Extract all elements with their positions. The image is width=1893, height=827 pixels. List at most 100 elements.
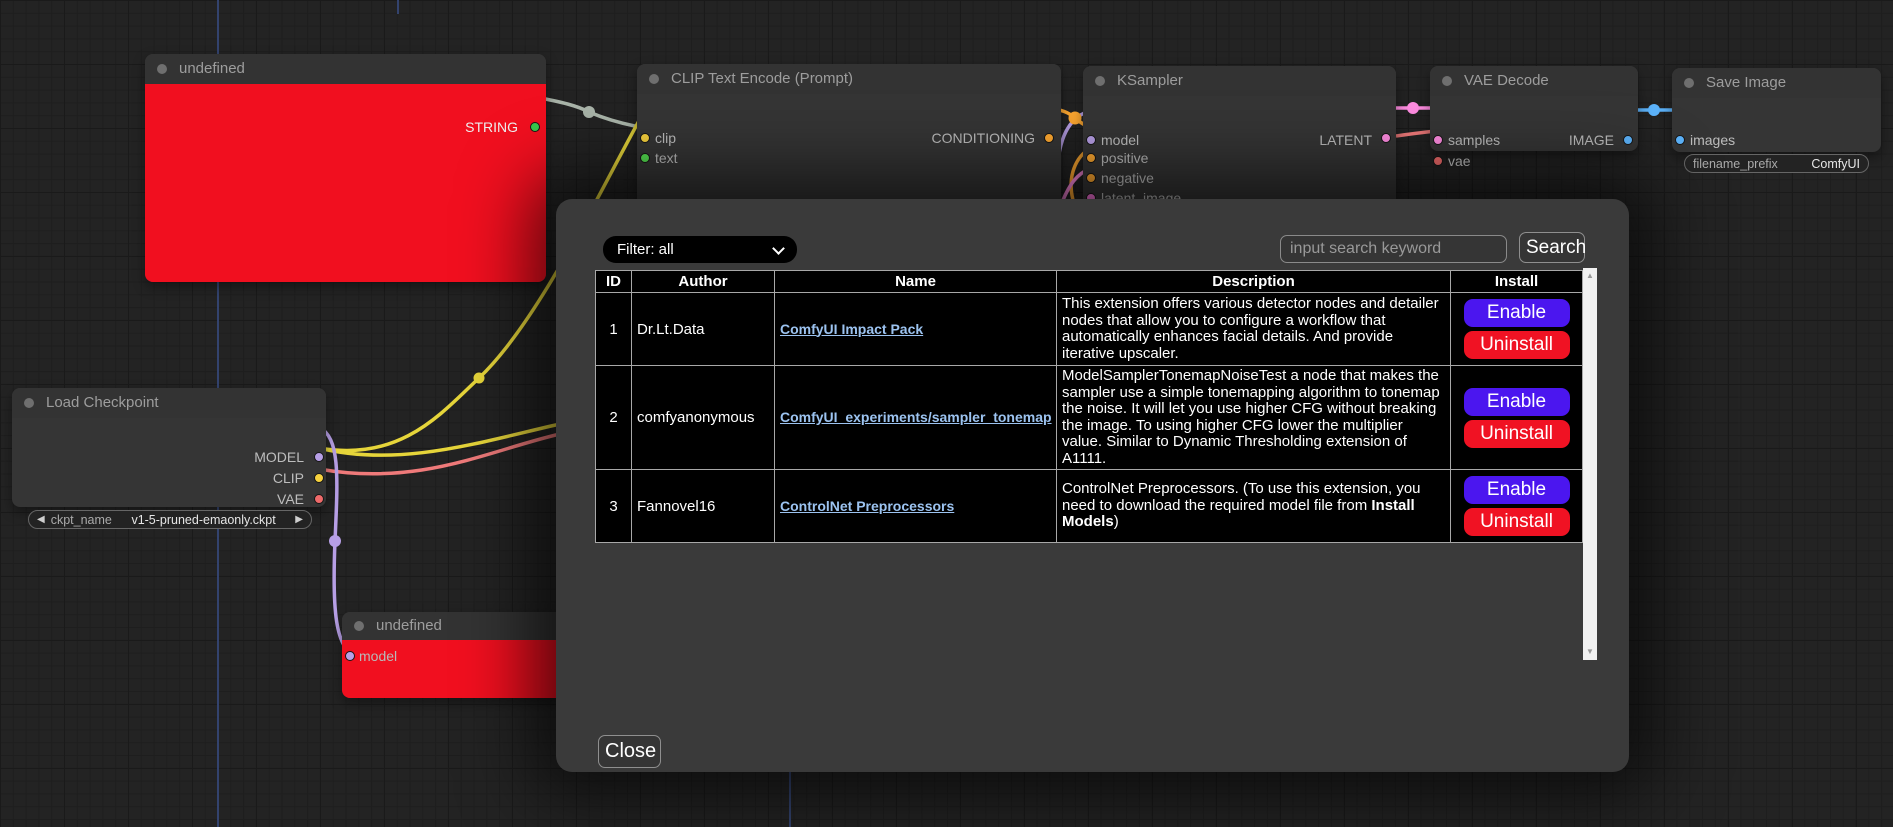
next-arrow-icon[interactable]: ▶ (295, 510, 303, 529)
scroll-down-icon[interactable]: ▼ (1583, 646, 1597, 658)
collapse-dot-icon[interactable] (1684, 78, 1694, 88)
node-ksampler[interactable]: KSampler model positive negative latent_… (1083, 66, 1396, 206)
input-slot-dot-negative[interactable] (1086, 173, 1096, 183)
extension-link[interactable]: ComfyUI Impact Pack (780, 321, 923, 337)
output-label-clip: CLIP (273, 470, 304, 486)
node-clip-text-encode[interactable]: CLIP Text Encode (Prompt) clip text COND… (637, 64, 1061, 214)
cell-name: ComfyUI_experiments/sampler_tonemap (775, 366, 1057, 470)
output-slot-dot[interactable] (530, 122, 540, 132)
node-title-bar[interactable]: Save Image (1672, 68, 1881, 98)
search-input[interactable] (1280, 235, 1507, 263)
node-vae-decode[interactable]: VAE Decode samples vae IMAGE (1430, 66, 1638, 151)
input-slot-dot-vae[interactable] (1433, 156, 1443, 166)
extension-manager-dialog: Filter: all Search ID Author Name Descri… (556, 199, 1629, 772)
cell-install: Enable Uninstall (1451, 470, 1583, 543)
input-slot-dot-model[interactable] (345, 651, 355, 661)
filter-select-label: Filter: all (617, 241, 674, 258)
wire-string-to-text (535, 97, 645, 128)
node-title-bar[interactable]: CLIP Text Encode (Prompt) (637, 64, 1061, 94)
table-row: 1 Dr.Lt.Data ComfyUI Impact Pack This ex… (596, 293, 1583, 366)
node-undefined-top[interactable]: undefined STRING (145, 54, 546, 282)
filter-select[interactable]: Filter: all (603, 236, 797, 263)
uninstall-button[interactable]: Uninstall (1464, 331, 1570, 359)
node-title-text: Load Checkpoint (46, 394, 159, 411)
node-title-bar[interactable]: KSampler (1083, 66, 1396, 96)
output-slot-dot-conditioning[interactable] (1044, 133, 1054, 143)
filename-prefix-widget[interactable]: filename_prefix ComfyUI (1684, 154, 1869, 173)
cell-id: 1 (596, 293, 632, 366)
scroll-up-icon[interactable]: ▲ (1583, 270, 1597, 282)
node-body: images filename_prefix ComfyUI (1672, 98, 1881, 152)
reroute-dot-string (583, 106, 595, 118)
enable-button[interactable]: Enable (1464, 476, 1570, 504)
cell-description: This extension offers various detector n… (1057, 293, 1451, 366)
node-body: samples vae IMAGE (1430, 96, 1638, 151)
enable-button[interactable]: Enable (1464, 299, 1570, 327)
collapse-dot-icon[interactable] (157, 64, 167, 74)
output-slot-dot-latent[interactable] (1381, 133, 1391, 143)
node-title-text: undefined (376, 617, 442, 634)
ckpt-name-value[interactable]: v1-5-pruned-emaonly.ckpt (131, 513, 275, 527)
output-slot-dot-model[interactable] (314, 452, 324, 462)
node-save-image[interactable]: Save Image images filename_prefix ComfyU… (1672, 68, 1881, 152)
col-header-name: Name (775, 271, 1057, 293)
node-undefined-bottom[interactable]: undefined model (342, 612, 565, 698)
node-title-bar[interactable]: Load Checkpoint (12, 388, 326, 418)
collapse-dot-icon[interactable] (24, 398, 34, 408)
wire-clip-branch (319, 424, 560, 455)
collapse-dot-icon[interactable] (354, 621, 364, 631)
search-button[interactable]: Search (1519, 232, 1585, 263)
node-load-checkpoint[interactable]: Load Checkpoint MODEL CLIP VAE ◀ ckpt_na… (12, 388, 326, 507)
input-label-positive: positive (1101, 150, 1148, 166)
table-scrollbar[interactable]: ▲ ▼ (1583, 268, 1597, 660)
node-title-text: CLIP Text Encode (Prompt) (671, 70, 853, 87)
col-header-id: ID (596, 271, 632, 293)
output-slot-dot-image[interactable] (1623, 135, 1633, 145)
collapse-dot-icon[interactable] (649, 74, 659, 84)
extension-table-wrap: ID Author Name Description Install 1 Dr.… (595, 270, 1582, 543)
input-slot-dot-positive[interactable] (1086, 153, 1096, 163)
collapse-dot-icon[interactable] (1442, 76, 1452, 86)
output-slot-dot-vae[interactable] (314, 494, 324, 504)
node-graph-canvas[interactable]: undefined STRING CLIP Text Encode (Promp… (0, 0, 1893, 827)
filename-prefix-value[interactable]: ComfyUI (1811, 157, 1860, 171)
node-title-bar[interactable]: undefined (342, 612, 565, 640)
extension-link[interactable]: ComfyUI_experiments/sampler_tonemap (780, 409, 1052, 425)
extension-link[interactable]: ControlNet Preprocessors (780, 498, 954, 514)
prev-arrow-icon[interactable]: ◀ (37, 510, 45, 529)
close-button[interactable]: Close (598, 735, 661, 768)
input-slot-dot-model[interactable] (1086, 135, 1096, 145)
input-slot-dot-samples[interactable] (1433, 135, 1443, 145)
reroute-dot-latent (1407, 102, 1419, 114)
uninstall-button[interactable]: Uninstall (1464, 420, 1570, 448)
cell-id: 2 (596, 366, 632, 470)
ckpt-name-widget[interactable]: ◀ ckpt_name v1-5-pruned-emaonly.ckpt ▶ (28, 510, 312, 529)
input-label-samples: samples (1448, 132, 1500, 148)
ckpt-name-label: ckpt_name (51, 513, 112, 527)
enable-button[interactable]: Enable (1464, 388, 1570, 416)
cell-install: Enable Uninstall (1451, 293, 1583, 366)
node-title-bar[interactable]: VAE Decode (1430, 66, 1638, 96)
input-slot-dot-text[interactable] (640, 153, 650, 163)
cell-description: ControlNet Preprocessors. (To use this e… (1057, 470, 1451, 543)
node-body: clip text CONDITIONING (637, 94, 1061, 214)
input-label-images: images (1690, 132, 1735, 148)
node-title-bar[interactable]: undefined (145, 54, 546, 84)
output-slot-dot-clip[interactable] (314, 473, 324, 483)
input-slot-dot-clip[interactable] (640, 133, 650, 143)
input-label-negative: negative (1101, 170, 1154, 186)
node-title-text: VAE Decode (1464, 72, 1549, 89)
node-title-text: Save Image (1706, 74, 1786, 91)
output-label-conditioning: CONDITIONING (932, 130, 1035, 146)
filename-prefix-label: filename_prefix (1693, 157, 1778, 171)
output-label-latent: LATENT (1319, 132, 1372, 148)
col-header-description: Description (1057, 271, 1451, 293)
uninstall-button[interactable]: Uninstall (1464, 508, 1570, 536)
input-label-model: model (1101, 132, 1139, 148)
collapse-dot-icon[interactable] (1095, 76, 1105, 86)
description-text: ) (1114, 513, 1119, 530)
cell-description: ModelSamplerTonemapNoiseTest a node that… (1057, 366, 1451, 470)
input-slot-dot-images[interactable] (1675, 135, 1685, 145)
cell-name: ComfyUI Impact Pack (775, 293, 1057, 366)
extension-table: ID Author Name Description Install 1 Dr.… (595, 270, 1583, 543)
